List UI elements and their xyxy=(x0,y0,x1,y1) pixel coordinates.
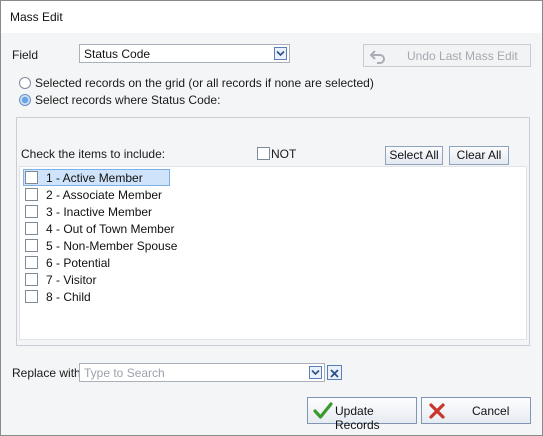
checkmark-icon xyxy=(313,402,333,419)
item-label: 5 - Non-Member Spouse xyxy=(46,239,178,253)
cancel-label: Cancel xyxy=(472,404,510,418)
undo-button-label: Undo Last Mass Edit xyxy=(407,49,518,63)
close-icon xyxy=(429,403,445,419)
radio-select-where-label: Select records where Status Code: xyxy=(35,93,221,107)
item-checkbox[interactable] xyxy=(25,222,38,235)
replace-with-label: Replace with xyxy=(12,366,81,380)
radio-selected-records[interactable] xyxy=(19,77,31,89)
clear-icon[interactable] xyxy=(327,365,342,380)
clear-all-button[interactable]: Clear All xyxy=(449,146,509,165)
list-item[interactable]: 2 - Associate Member xyxy=(23,186,183,203)
list-item[interactable]: 1 - Active Member xyxy=(23,169,170,186)
update-records-label: Update Records xyxy=(335,404,380,432)
title-bar: Mass Edit xyxy=(1,1,542,33)
cancel-button[interactable]: Cancel xyxy=(421,397,531,424)
list-item[interactable]: 4 - Out of Town Member xyxy=(23,220,183,237)
undo-last-mass-edit-button[interactable]: Undo Last Mass Edit xyxy=(363,44,531,67)
list-item[interactable]: 7 - Visitor xyxy=(23,271,183,288)
item-label: 4 - Out of Town Member xyxy=(46,222,175,236)
list-item[interactable]: 3 - Inactive Member xyxy=(23,203,183,220)
radio-select-where[interactable] xyxy=(19,94,31,106)
item-checkbox[interactable] xyxy=(25,188,38,201)
not-label: NOT xyxy=(271,147,297,161)
select-all-button[interactable]: Select All xyxy=(385,146,443,165)
item-checkbox[interactable] xyxy=(25,290,38,303)
list-item[interactable]: 6 - Potential xyxy=(23,254,183,271)
update-records-button[interactable]: Update Records xyxy=(307,397,417,432)
mass-edit-window: Mass Edit Field Status Code Undo Last Ma… xyxy=(0,0,543,436)
item-checkbox[interactable] xyxy=(25,239,38,252)
item-label: 1 - Active Member xyxy=(46,171,143,185)
item-checkbox[interactable] xyxy=(25,205,38,218)
item-checkbox[interactable] xyxy=(25,273,38,286)
chevron-down-icon[interactable] xyxy=(309,366,322,379)
window-title: Mass Edit xyxy=(10,10,63,24)
field-label: Field xyxy=(12,48,39,62)
replace-with-input[interactable]: Type to Search xyxy=(79,363,325,382)
item-checkbox[interactable] xyxy=(25,171,38,184)
item-label: 6 - Potential xyxy=(46,256,111,270)
include-label: Check the items to include: xyxy=(21,147,166,161)
status-code-list: 1 - Active Member 2 - Associate Member 3… xyxy=(19,166,527,340)
field-select-value: Status Code xyxy=(84,47,151,61)
replace-with-placeholder: Type to Search xyxy=(84,366,165,380)
item-checkbox[interactable] xyxy=(25,256,38,269)
list-item[interactable]: 8 - Child xyxy=(23,288,183,305)
radio-selected-records-label: Selected records on the grid (or all rec… xyxy=(35,76,374,90)
item-label: 2 - Associate Member xyxy=(46,188,163,202)
item-label: 7 - Visitor xyxy=(46,273,97,287)
item-label: 3 - Inactive Member xyxy=(46,205,153,219)
undo-icon xyxy=(369,50,385,64)
not-checkbox[interactable] xyxy=(257,147,270,160)
field-select[interactable]: Status Code xyxy=(79,44,290,63)
list-item[interactable]: 5 - Non-Member Spouse xyxy=(23,237,183,254)
item-label: 8 - Child xyxy=(46,290,91,304)
chevron-down-icon[interactable] xyxy=(274,47,287,60)
